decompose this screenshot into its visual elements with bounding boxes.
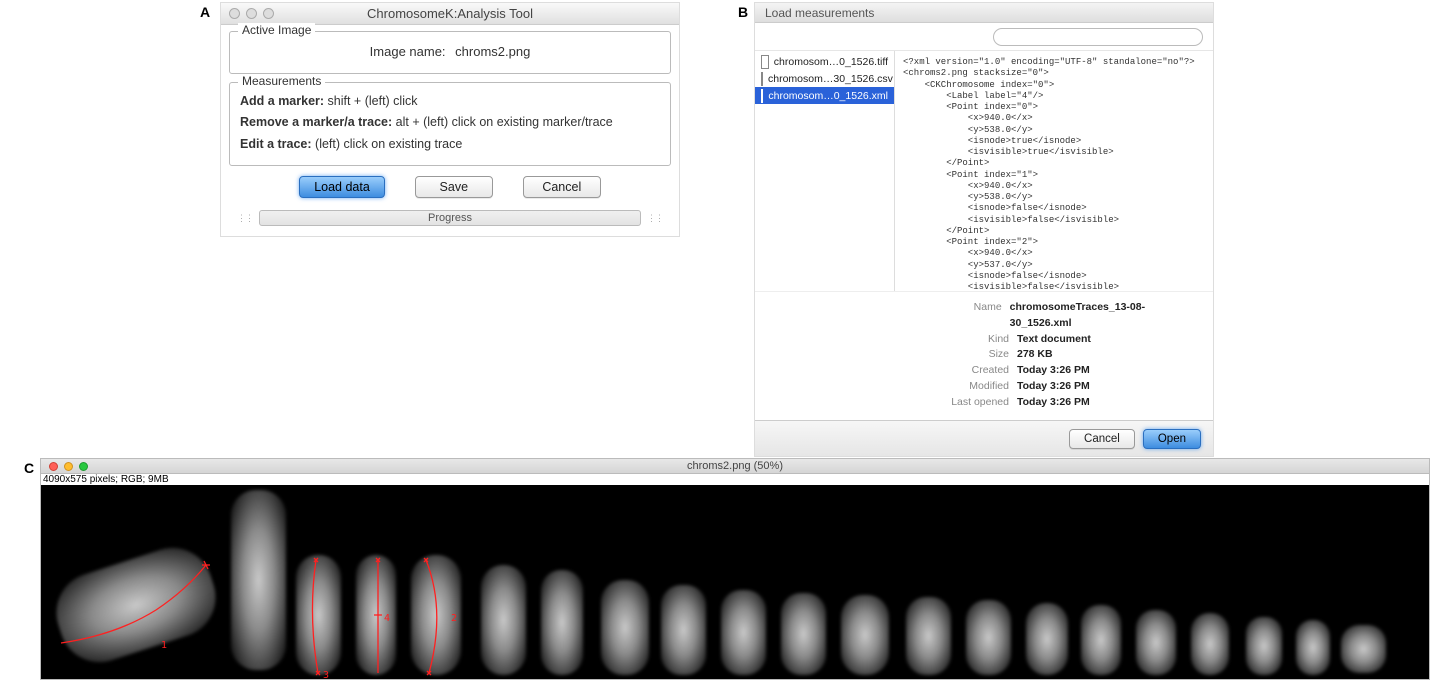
dialog-title: Load measurements xyxy=(765,6,874,20)
file-icon xyxy=(761,55,769,69)
file-item-csv[interactable]: chromosom…30_1526.csv xyxy=(755,70,894,87)
chromosome-15 xyxy=(1026,603,1068,675)
meta-modified-value: Today 3:26 PM xyxy=(1017,379,1090,395)
trace-4-label: 4 xyxy=(384,613,390,624)
chromosome-13 xyxy=(906,597,951,675)
trace-3-label: 3 xyxy=(323,670,329,680)
chromosome-7 xyxy=(541,570,583,675)
zoom-icon[interactable] xyxy=(79,462,88,471)
minimize-icon[interactable] xyxy=(64,462,73,471)
window-controls xyxy=(221,8,274,19)
image-name-value: chroms2.png xyxy=(455,44,530,59)
meta-created-key: Created xyxy=(767,363,1017,379)
zoom-icon[interactable] xyxy=(263,8,274,19)
meta-opened-key: Last opened xyxy=(767,395,1017,411)
close-icon[interactable] xyxy=(49,462,58,471)
measurements-legend: Measurements xyxy=(238,74,325,88)
close-icon[interactable] xyxy=(229,8,240,19)
image-info-bar: 4090x575 pixels; RGB; 9MB xyxy=(40,474,1430,485)
chromosome-14 xyxy=(966,600,1011,675)
minimize-icon[interactable] xyxy=(246,8,257,19)
trace-1-label: 1 xyxy=(161,640,167,651)
meta-size-key: Size xyxy=(767,347,1017,363)
chromosome-21 xyxy=(1341,625,1386,673)
analysis-tool-window: ChromosomeK:Analysis Tool Active Image I… xyxy=(220,2,680,237)
measurements-group: Measurements Add a marker: shift + (left… xyxy=(229,82,671,166)
window-controls xyxy=(41,462,88,471)
chromosome-9 xyxy=(661,585,706,675)
meta-opened-value: Today 3:26 PM xyxy=(1017,395,1090,411)
chromosome-20 xyxy=(1296,620,1330,675)
progress-label: Progress xyxy=(428,212,472,224)
hint-remove-marker: Remove a marker/a trace: alt + (left) cl… xyxy=(240,112,660,133)
dialog-open-button[interactable]: Open xyxy=(1143,429,1201,449)
image-window: chroms2.png (50%) 4090x575 pixels; RGB; … xyxy=(40,458,1430,680)
save-button[interactable]: Save xyxy=(415,176,493,198)
meta-modified-key: Modified xyxy=(767,379,1017,395)
active-image-legend: Active Image xyxy=(238,23,315,37)
file-preview[interactable]: <?xml version="1.0" encoding="UTF-8" sta… xyxy=(895,51,1213,291)
hint-add-marker: Add a marker: shift + (left) click xyxy=(240,91,660,112)
meta-kind-key: Kind xyxy=(767,332,1017,348)
dialog-footer: Cancel Open xyxy=(755,420,1213,456)
chromosome-12 xyxy=(841,595,889,675)
hint-edit-trace: Edit a trace: (left) click on existing t… xyxy=(240,134,660,155)
panel-label-c: C xyxy=(24,460,34,476)
chromosome-17 xyxy=(1136,610,1176,675)
meta-name-value: chromosomeTraces_13-08-30_1526.xml xyxy=(1010,300,1201,332)
image-canvas[interactable]: 1 3 4 2 xyxy=(40,485,1430,680)
trace-2[interactable] xyxy=(411,555,466,680)
chromosome-10 xyxy=(721,590,766,675)
file-name: chromosom…0_1526.xml xyxy=(768,90,888,102)
cancel-button[interactable]: Cancel xyxy=(523,176,601,198)
progress-cap-left: ⋮⋮ xyxy=(237,215,253,221)
trace-2-label: 2 xyxy=(451,613,457,624)
chromosome-8 xyxy=(601,580,649,675)
chromosome-11 xyxy=(781,593,826,675)
file-name: chromosom…30_1526.csv xyxy=(768,73,893,85)
search-row xyxy=(755,23,1213,51)
meta-size-value: 278 KB xyxy=(1017,347,1053,363)
file-icon xyxy=(761,89,763,103)
file-icon xyxy=(761,72,763,86)
load-measurements-dialog: Load measurements chromosom…0_1526.tiff … xyxy=(754,2,1214,457)
chromosome-16 xyxy=(1081,605,1121,675)
dialog-titlebar[interactable]: Load measurements xyxy=(755,3,1213,23)
dialog-cancel-button[interactable]: Cancel xyxy=(1069,429,1135,449)
chromosome-18 xyxy=(1191,613,1229,675)
search-input[interactable] xyxy=(993,28,1203,46)
window-title: ChromosomeK:Analysis Tool xyxy=(221,6,679,21)
panel-label-a: A xyxy=(200,4,210,20)
chromosome-6 xyxy=(481,565,526,675)
file-metadata: NamechromosomeTraces_13-08-30_1526.xml K… xyxy=(755,291,1213,420)
trace-4[interactable] xyxy=(356,555,401,680)
image-titlebar[interactable]: chroms2.png (50%) xyxy=(40,458,1430,474)
progress-bar: Progress xyxy=(259,210,641,226)
file-name: chromosom…0_1526.tiff xyxy=(774,56,888,68)
image-window-title: chroms2.png (50%) xyxy=(41,460,1429,472)
meta-kind-value: Text document xyxy=(1017,332,1091,348)
meta-created-value: Today 3:26 PM xyxy=(1017,363,1090,379)
meta-name-key: Name xyxy=(767,300,1010,332)
image-name-label: Image name: xyxy=(370,44,446,59)
active-image-group: Active Image Image name: chroms2.png xyxy=(229,31,671,74)
load-data-button[interactable]: Load data xyxy=(299,176,385,198)
titlebar[interactable]: ChromosomeK:Analysis Tool xyxy=(221,3,679,25)
chromosome-2 xyxy=(231,490,286,670)
progress-cap-right: ⋮⋮ xyxy=(647,215,663,221)
file-item-xml[interactable]: chromosom…0_1526.xml xyxy=(755,87,894,104)
chromosome-19 xyxy=(1246,617,1282,675)
trace-3[interactable] xyxy=(296,555,346,680)
trace-1[interactable] xyxy=(56,555,221,655)
file-item-tiff[interactable]: chromosom…0_1526.tiff xyxy=(755,53,894,70)
file-list[interactable]: chromosom…0_1526.tiff chromosom…30_1526.… xyxy=(755,51,895,291)
panel-label-b: B xyxy=(738,4,748,20)
